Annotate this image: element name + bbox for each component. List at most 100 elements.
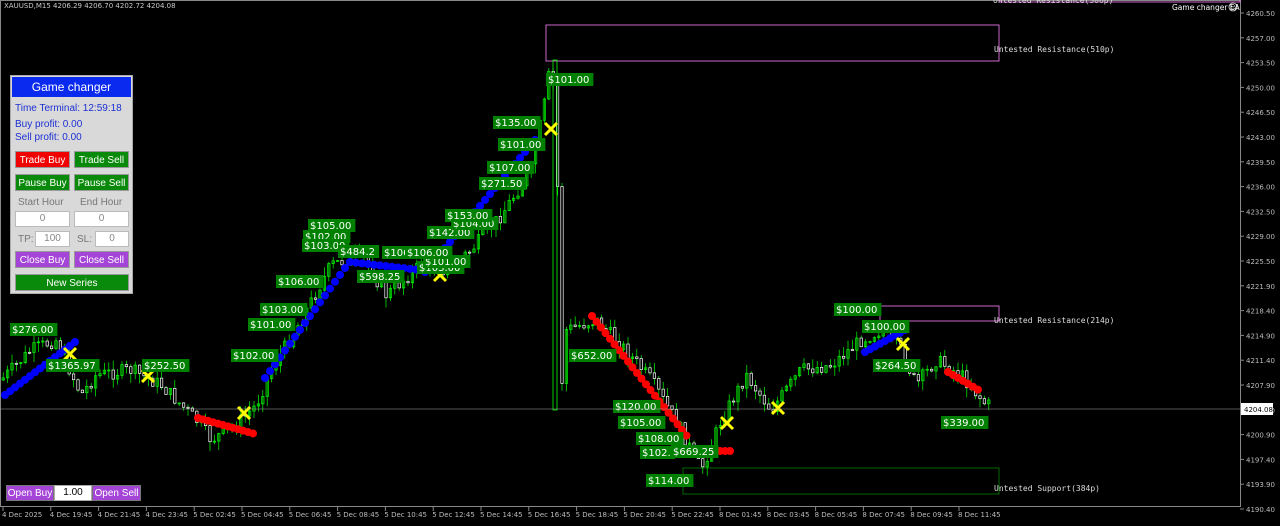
profit-label: $114.00: [646, 474, 694, 487]
svg-text:$101.00: $101.00: [500, 140, 541, 151]
candle-body: [635, 356, 639, 359]
new-series-button[interactable]: New Series: [15, 274, 129, 291]
candle-body: [749, 372, 753, 386]
price-tick-label: 4236.00: [1246, 184, 1275, 192]
candle-body: [982, 398, 986, 405]
signal-dot: [261, 374, 269, 382]
tp-input[interactable]: 100: [35, 231, 70, 247]
close-buy-button[interactable]: Close Buy: [15, 251, 70, 268]
svg-text:$271.50: $271.50: [481, 179, 522, 190]
svg-text:$101.00: $101.00: [250, 320, 291, 331]
candle-body: [406, 280, 410, 284]
candle-body: [806, 363, 810, 370]
candle-body: [208, 425, 212, 443]
candle-body: [498, 216, 502, 224]
time-tick-label: 5 Dec 08:45: [337, 511, 380, 519]
open-buy-button[interactable]: Open Buy: [6, 485, 54, 501]
profit-label: $100.00: [834, 303, 882, 316]
sl-label: SL:: [77, 234, 93, 245]
candle-body: [652, 372, 656, 379]
trade-sell-button[interactable]: Trade Sell: [74, 151, 129, 168]
svg-text:$652.00: $652.00: [571, 351, 612, 362]
svg-text:$135.00: $135.00: [495, 118, 536, 129]
svg-text:$598.25: $598.25: [359, 272, 400, 283]
price-tick-label: 4193.90: [1246, 481, 1275, 489]
profit-label: $339.00: [941, 416, 989, 429]
price-tick-label: 4257.00: [1246, 35, 1275, 43]
profit-label: $1365.97: [46, 359, 100, 372]
candle-body: [397, 282, 401, 289]
signal-dot: [726, 447, 734, 455]
start-hour-label: Start Hour: [18, 197, 64, 208]
time-tick-label: 8 Dec 11:45: [958, 511, 1001, 519]
open-sell-button[interactable]: Open Sell: [92, 485, 141, 501]
candle-body: [978, 395, 982, 400]
profit-label: $107.00: [487, 161, 535, 174]
svg-text:$120.00: $120.00: [615, 402, 656, 413]
candle-body: [124, 364, 128, 368]
signal-dot: [301, 319, 309, 327]
candle-body: [14, 362, 18, 365]
pause-sell-button[interactable]: Pause Sell: [74, 174, 129, 191]
svg-text:$102.00: $102.00: [233, 351, 274, 362]
candle-body: [701, 458, 705, 468]
signal-dot: [291, 332, 299, 341]
price-tick-label: 4253.50: [1246, 60, 1275, 68]
pause-buy-button[interactable]: Pause Buy: [15, 174, 70, 191]
svg-text:$103.00: $103.00: [262, 305, 303, 316]
close-sell-button[interactable]: Close Sell: [74, 251, 129, 268]
price-tick-label: 4211.40: [1246, 357, 1275, 365]
sl-input[interactable]: 0: [95, 231, 129, 247]
candle-body: [76, 379, 80, 391]
price-tick-label: 4243.00: [1246, 134, 1275, 142]
candle-body: [111, 369, 115, 380]
profit-label: $108.00: [636, 432, 684, 445]
time-axis[interactable]: 4 Dec 2025 4 Dec 19:45 4 Dec 21:45 4 Dec 23…: [2, 507, 1001, 519]
price-chart[interactable]: XAUUSD,M15 4206.29 4206.70 4202.72 4204.…: [0, 0, 1280, 526]
svg-text:$101.00: $101.00: [548, 75, 589, 86]
price-tick-label: 4190.40: [1246, 506, 1275, 514]
price-tick-label: 4214.90: [1246, 332, 1275, 340]
profit-label: $276.00: [10, 323, 58, 336]
time-tick-label: 4 Dec 19:45: [50, 511, 93, 519]
zone-label: Untested Support(384p): [994, 484, 1100, 493]
profit-label: $100.00: [862, 320, 910, 333]
time-tick-label: 8 Dec 09:45: [910, 511, 953, 519]
price-tick-label: 4250.00: [1246, 84, 1275, 92]
candle-body: [661, 388, 665, 397]
svg-text:$100.00: $100.00: [836, 305, 877, 316]
time-tick-label: 5 Dec 16:45: [528, 511, 571, 519]
svg-text:$105.00: $105.00: [620, 418, 661, 429]
signal-dot: [311, 305, 319, 314]
candle-body: [314, 297, 318, 300]
svg-text:$107.00: $107.00: [489, 163, 530, 174]
svg-text:$100.00: $100.00: [864, 322, 905, 333]
candle-body: [850, 349, 854, 351]
time-tick-label: 8 Dec 07:45: [862, 511, 905, 519]
trade-buy-button[interactable]: Trade Buy: [15, 151, 70, 168]
svg-text:$106.00: $106.00: [407, 248, 448, 259]
lot-size-input[interactable]: 1.00: [54, 485, 92, 501]
candle-body: [50, 345, 54, 349]
candle-body: [754, 385, 758, 392]
price-tick-label: 4207.90: [1246, 382, 1275, 390]
zone-label: Untested Resistance(214p): [994, 316, 1114, 325]
candle-body: [186, 406, 190, 409]
start-hour-input[interactable]: 0: [15, 211, 70, 227]
panel-title: Game changer: [12, 77, 131, 97]
signal-dot: [316, 298, 324, 307]
price-axis[interactable]: 4260.50 4257.00 4253.50 4250.00 4246.50 4243.…: [1240, 10, 1275, 514]
svg-text:$252.50: $252.50: [144, 361, 185, 372]
signal-dot: [326, 284, 334, 293]
candle-body: [912, 372, 916, 375]
signal-dot: [336, 270, 344, 279]
signal-dot: [974, 385, 982, 394]
chart-frame: [0, 0, 1241, 507]
candle-body: [820, 367, 824, 373]
candle-body: [173, 387, 177, 404]
profit-label: $153.00: [445, 209, 493, 222]
end-hour-input[interactable]: 0: [74, 211, 129, 227]
price-tick-label: 4218.40: [1246, 308, 1275, 316]
time-tick-label: 5 Dec 20:45: [623, 511, 666, 519]
svg-text:$1365.97: $1365.97: [48, 361, 96, 372]
